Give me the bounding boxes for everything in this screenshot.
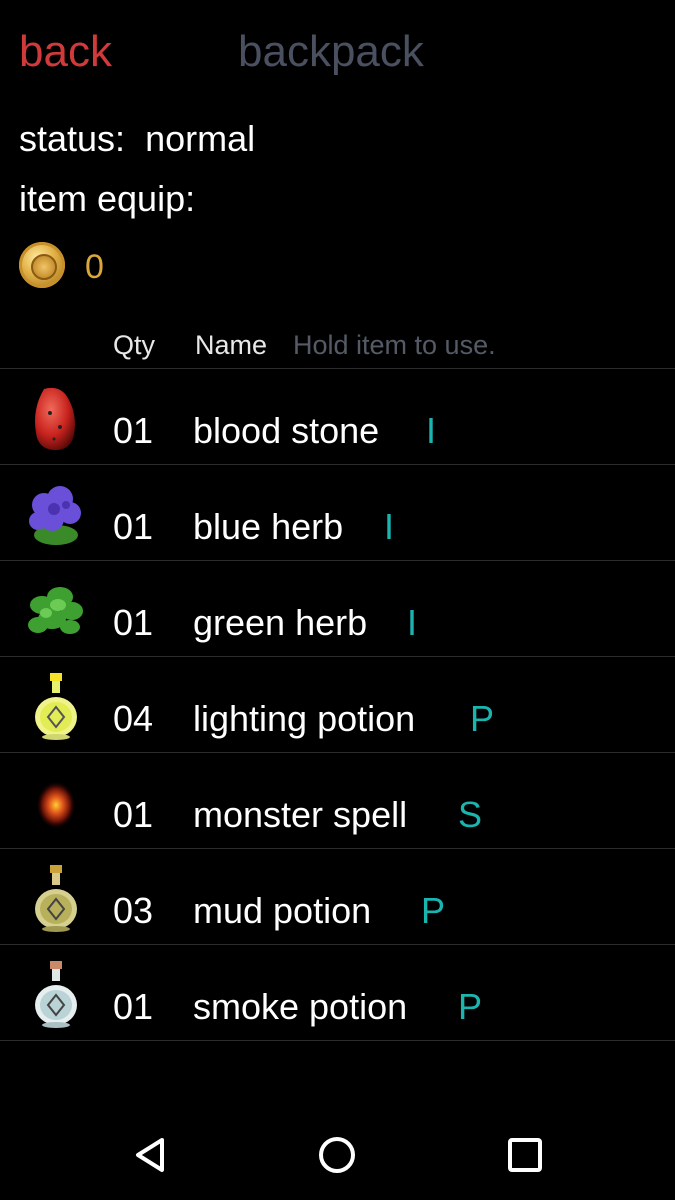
item-name: blood stone bbox=[193, 410, 380, 451]
list-item[interactable]: 01 green herb I bbox=[0, 561, 675, 657]
item-qty: 01 bbox=[113, 602, 154, 643]
mud-potion-icon bbox=[35, 865, 77, 932]
item-name: lighting potion bbox=[193, 698, 416, 739]
item-type-letter: P bbox=[458, 986, 483, 1027]
status-line: status: normal bbox=[19, 117, 255, 161]
item-qty: 04 bbox=[113, 698, 154, 739]
blood-stone-icon bbox=[35, 387, 75, 451]
monster-spell-icon bbox=[36, 781, 76, 829]
list-item[interactable]: 04 lighting potion P bbox=[0, 657, 675, 753]
item-name: blue herb bbox=[193, 506, 344, 547]
item-qty: 01 bbox=[113, 986, 154, 1027]
coin-icon bbox=[19, 242, 65, 288]
coin-count: 0 bbox=[85, 248, 104, 286]
triangle-back-icon[interactable] bbox=[128, 1132, 174, 1178]
top-bar: back backpack bbox=[0, 0, 675, 100]
item-qty: 01 bbox=[113, 506, 154, 547]
list-item[interactable]: 03 mud potion P bbox=[0, 849, 675, 945]
list-item[interactable]: 01 blood stone I bbox=[0, 369, 675, 465]
list-item[interactable]: 01 smoke potion P bbox=[0, 945, 675, 1041]
item-type-letter: P bbox=[421, 890, 446, 931]
item-qty: 03 bbox=[113, 890, 154, 931]
status-value: normal bbox=[145, 118, 256, 159]
item-name: green herb bbox=[193, 602, 368, 643]
item-equip-label: item equip: bbox=[19, 178, 196, 219]
status-label: status: bbox=[19, 118, 126, 159]
smoke-potion-icon bbox=[35, 961, 77, 1028]
item-qty: 01 bbox=[113, 410, 154, 451]
item-type-letter: S bbox=[458, 794, 483, 835]
item-name: smoke potion bbox=[193, 986, 408, 1027]
item-name: mud potion bbox=[193, 890, 372, 931]
item-list: 01 blood stone I 01 blue herb I 01 green… bbox=[0, 369, 675, 1041]
list-item[interactable]: 01 blue herb I bbox=[0, 465, 675, 561]
blue-herb-icon bbox=[29, 486, 81, 545]
column-name: Name bbox=[195, 330, 268, 360]
green-herb-icon bbox=[28, 587, 83, 634]
item-table-header: Qty Name Hold item to use. bbox=[0, 326, 675, 369]
item-qty: 01 bbox=[113, 794, 154, 835]
column-qty: Qty bbox=[113, 330, 156, 360]
circle-home-icon[interactable] bbox=[314, 1132, 360, 1178]
hold-hint: Hold item to use. bbox=[293, 330, 496, 360]
item-type-letter: I bbox=[426, 410, 437, 451]
back-button[interactable]: back bbox=[19, 24, 112, 80]
lighting-potion-icon bbox=[35, 673, 77, 740]
page-title: backpack bbox=[238, 27, 424, 76]
system-nav-bar bbox=[0, 1110, 675, 1200]
item-name: monster spell bbox=[193, 794, 408, 835]
item-type-letter: P bbox=[470, 698, 495, 739]
item-type-letter: I bbox=[407, 602, 418, 643]
item-type-letter: I bbox=[384, 506, 395, 547]
square-recents-icon[interactable] bbox=[502, 1132, 548, 1178]
list-item[interactable]: 01 monster spell S bbox=[0, 753, 675, 849]
